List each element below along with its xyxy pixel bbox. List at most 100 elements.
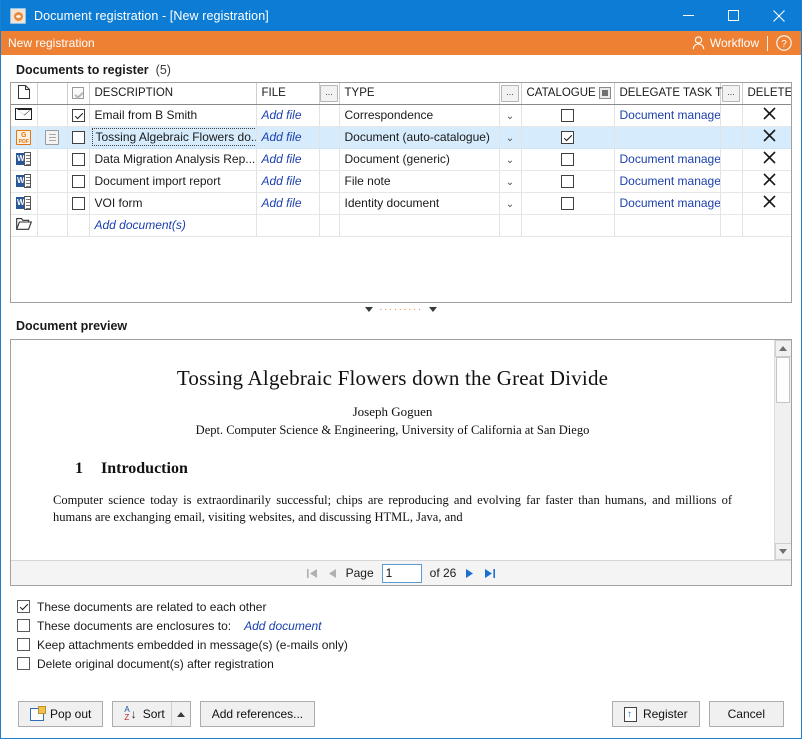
collapse-down-icon[interactable]	[428, 307, 437, 312]
row-select-cell[interactable]	[67, 170, 90, 193]
row-delete-button[interactable]	[742, 126, 791, 149]
column-header-delegate-menu[interactable]: ...	[720, 83, 743, 105]
catalogue-checkbox[interactable]	[561, 197, 574, 211]
scrollbar-thumb[interactable]	[775, 357, 790, 403]
sort-dropdown-button[interactable]	[170, 702, 190, 726]
row-type[interactable]: Correspondence	[339, 104, 500, 127]
close-button[interactable]	[756, 0, 801, 31]
add-documents-link[interactable]: Add document(s)	[89, 214, 257, 237]
add-documents-row[interactable]: Add document(s)	[11, 214, 791, 237]
row-select-cell[interactable]	[67, 104, 90, 127]
row-type-dropdown[interactable]: ⌄	[499, 126, 522, 149]
panel-splitter[interactable]: ·········	[9, 303, 793, 316]
row-preview-cell[interactable]	[37, 170, 68, 193]
row-file-link[interactable]: Add file	[256, 192, 320, 215]
minimize-button[interactable]	[666, 0, 711, 31]
column-header-select-all[interactable]	[67, 83, 90, 105]
row-type-dropdown[interactable]: ⌄	[499, 170, 522, 193]
row-type[interactable]: Document (generic)	[339, 148, 500, 171]
table-row[interactable]: Email from B Smith Add file Corresponden…	[11, 104, 791, 127]
row-preview-cell[interactable]	[37, 126, 68, 149]
column-header-catalogue[interactable]: CATALOGUE	[521, 83, 615, 105]
option-row[interactable]: Delete original document(s) after regist…	[17, 654, 793, 673]
column-header-preview[interactable]	[37, 83, 68, 105]
row-type-dropdown[interactable]: ⌄	[499, 148, 522, 171]
row-select-cell[interactable]	[67, 148, 90, 171]
row-type[interactable]: File note	[339, 170, 500, 193]
catalogue-options-icon[interactable]	[598, 87, 611, 100]
row-description[interactable]: VOI form	[89, 192, 257, 215]
preview-page[interactable]: Tossing Algebraic Flowers down the Great…	[11, 340, 774, 560]
column-header-description[interactable]: DESCRIPTION	[89, 83, 257, 105]
row-preview-cell[interactable]	[37, 192, 68, 215]
catalogue-checkbox[interactable]	[561, 131, 574, 145]
column-header-type[interactable]: TYPE	[339, 83, 500, 105]
table-row[interactable]: G PDF Tossing Algebraic Flowers do... Add…	[11, 126, 791, 149]
workflow-label[interactable]: Workflow	[710, 36, 759, 50]
type-menu-icon[interactable]: ...	[501, 84, 519, 102]
help-icon[interactable]: ?	[776, 35, 792, 51]
row-delegate[interactable]: Document manager	[614, 148, 721, 171]
file-menu-icon[interactable]: ...	[320, 84, 338, 102]
row-file-link[interactable]: Add file	[256, 104, 320, 127]
pop-out-button[interactable]: Pop out	[18, 701, 104, 727]
scroll-up-button[interactable]	[774, 340, 791, 357]
column-header-file[interactable]: FILE	[256, 83, 320, 105]
first-page-button[interactable]	[306, 567, 319, 580]
row-delegate[interactable]: Document manager	[614, 170, 721, 193]
column-header-delete[interactable]: DELETE	[742, 83, 791, 105]
row-description[interactable]: Tossing Algebraic Flowers do...	[89, 126, 257, 149]
last-page-button[interactable]	[483, 567, 496, 580]
row-catalogue-cell[interactable]	[521, 104, 615, 127]
row-description[interactable]: Data Migration Analysis Rep...	[89, 148, 257, 171]
row-type-dropdown[interactable]: ⌄	[499, 104, 522, 127]
row-catalogue-cell[interactable]	[521, 148, 615, 171]
row-delete-button[interactable]	[742, 104, 791, 127]
row-type-dropdown[interactable]: ⌄	[499, 192, 522, 215]
column-header-doc-icon[interactable]	[11, 83, 38, 105]
row-catalogue-cell[interactable]	[521, 126, 615, 149]
row-delegate[interactable]: Document manager	[614, 192, 721, 215]
select-all-checkbox[interactable]	[72, 87, 84, 100]
row-checkbox[interactable]	[71, 109, 85, 123]
row-delegate[interactable]: Document manager	[614, 104, 721, 127]
row-file-link[interactable]: Add file	[256, 126, 320, 149]
row-type[interactable]: Identity document	[339, 192, 500, 215]
preview-icon[interactable]	[44, 129, 61, 145]
scroll-down-button[interactable]	[774, 543, 791, 560]
option-checkbox-delete-original[interactable]	[17, 657, 30, 670]
column-header-type-menu[interactable]: ...	[499, 83, 522, 105]
row-checkbox[interactable]	[71, 175, 85, 189]
add-references-button[interactable]: Add references...	[199, 701, 316, 727]
table-row[interactable]: W VOI form Add file Identity document ⌄	[11, 192, 791, 215]
cancel-button[interactable]: Cancel	[708, 701, 784, 727]
option-row[interactable]: These documents are enclosures to: Add d…	[17, 616, 793, 635]
sort-button[interactable]: A Z ↓ Sort	[112, 701, 191, 727]
option-checkbox-related[interactable]	[17, 600, 30, 613]
page-number-input[interactable]	[381, 563, 422, 583]
row-catalogue-cell[interactable]	[521, 192, 615, 215]
column-header-delegate[interactable]: DELEGATE TASK TO	[614, 83, 731, 105]
option-row[interactable]: Keep attachments embedded in message(s) …	[17, 635, 793, 654]
row-file-link[interactable]: Add file	[256, 148, 320, 171]
row-delete-button[interactable]	[742, 170, 791, 193]
add-document-link[interactable]: Add document	[244, 619, 321, 633]
collapse-up-icon[interactable]	[365, 307, 374, 312]
row-catalogue-cell[interactable]	[521, 170, 615, 193]
previous-page-button[interactable]	[327, 567, 338, 580]
column-header-file-menu[interactable]: ...	[319, 83, 340, 105]
row-select-cell[interactable]	[67, 192, 90, 215]
catalogue-checkbox[interactable]	[561, 175, 574, 189]
scrollbar-track[interactable]	[774, 357, 791, 543]
delegate-menu-icon[interactable]: ...	[722, 84, 740, 102]
row-checkbox[interactable]	[71, 153, 85, 167]
maximize-button[interactable]	[711, 0, 756, 31]
register-button[interactable]: Register	[611, 701, 700, 727]
preview-scrollbar[interactable]	[774, 340, 791, 560]
option-checkbox-keep-attachments[interactable]	[17, 638, 30, 651]
catalogue-checkbox[interactable]	[561, 109, 574, 123]
table-row[interactable]: W Data Migration Analysis Rep... Add fil…	[11, 148, 791, 171]
row-preview-cell[interactable]	[37, 148, 68, 171]
row-file-link[interactable]: Add file	[256, 170, 320, 193]
table-row[interactable]: W Document import report Add file File n…	[11, 170, 791, 193]
